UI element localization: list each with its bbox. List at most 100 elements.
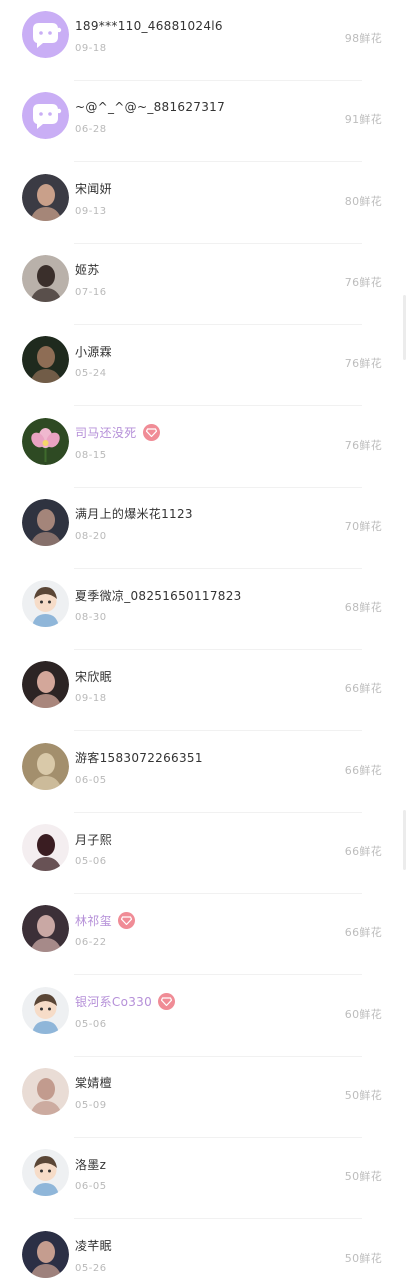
flower-count: 66鲜花 [344, 763, 382, 777]
flower-count: 70鲜花 [344, 519, 382, 533]
list-item[interactable]: ~@^_^@~_881627317 06-28 91鲜花 [0, 81, 406, 163]
name-line: 月子熙 [75, 829, 112, 849]
gift-date: 07-16 [75, 286, 107, 298]
name-line: 姬苏 [75, 260, 100, 280]
flower-count: 76鲜花 [344, 275, 382, 289]
gift-ranking-list: 189***110_46881024l6 09-18 98鲜花 ~@^_^@~_881… [0, 0, 406, 1280]
list-item[interactable]: 棠婧檀 05-09 50鲜花 [0, 1057, 406, 1138]
flower-count: 66鲜花 [344, 845, 382, 858]
list-item[interactable]: 姬苏 07-16 76鲜花 [0, 244, 406, 325]
flower-count: 66鲜花 [344, 926, 382, 940]
list-item[interactable]: 夏季微凉_08251650117823 08-30 68鲜花 [0, 569, 406, 651]
avatar[interactable] [22, 986, 69, 1034]
vip-badge-icon [158, 993, 176, 1011]
name-line: 林祁玺 [75, 910, 135, 930]
user-name[interactable]: 洛墨z [75, 1156, 106, 1173]
default-avatar-icon[interactable] [22, 92, 69, 140]
user-name[interactable]: 夏季微凉_08251650117823 [75, 587, 242, 604]
gift-date: 08-15 [75, 449, 107, 461]
list-item[interactable]: 满月上的爆米花1123 08-20 70鲜花 [0, 488, 406, 569]
gift-date: 06-05 [75, 1181, 107, 1193]
list-item[interactable]: 宋欣眠 09-18 66鲜花 [0, 650, 406, 732]
name-line: 游客1583072266351 [75, 748, 203, 768]
name-line: 宋欣眠 [75, 666, 112, 686]
flower-count: 68鲜花 [344, 601, 382, 615]
user-name[interactable]: 银河系Co330 [75, 993, 152, 1010]
user-name[interactable]: 宋欣眠 [75, 668, 112, 685]
name-line: 满月上的爆米花1123 [75, 504, 193, 524]
user-name[interactable]: 小源霖 [75, 343, 112, 360]
avatar[interactable] [22, 336, 69, 384]
flower-count: 80鲜花 [344, 194, 382, 208]
gift-date: 05-24 [75, 368, 107, 380]
user-name[interactable]: 189***110_46881024l6 [75, 19, 223, 33]
gift-date: 05-09 [75, 1099, 107, 1111]
list-item[interactable]: 小源霖 05-24 76鲜花 [0, 325, 406, 407]
name-line: 宋闻妍 [75, 179, 112, 199]
flower-count: 76鲜花 [344, 438, 382, 452]
flower-count: 98鲜花 [344, 32, 382, 45]
user-name[interactable]: 月子熙 [75, 831, 112, 848]
name-line: 夏季微凉_08251650117823 [75, 585, 242, 605]
flower-count: 76鲜花 [344, 357, 382, 371]
user-name[interactable]: 满月上的爆米花1123 [75, 505, 193, 522]
avatar[interactable] [22, 905, 69, 953]
default-avatar-icon[interactable] [22, 11, 69, 58]
avatar[interactable] [22, 824, 69, 871]
name-line: 洛墨z [75, 1154, 106, 1174]
avatar[interactable] [22, 1067, 69, 1115]
flower-count: 50鲜花 [344, 1170, 382, 1184]
name-line: 棠婧檀 [75, 1073, 112, 1093]
user-name[interactable]: 游客1583072266351 [75, 749, 203, 766]
gift-date: 08-30 [75, 612, 107, 624]
name-line: 小源霖 [75, 341, 112, 361]
gift-date: 05-06 [75, 1018, 107, 1030]
flower-count: 66鲜花 [344, 682, 382, 696]
user-name[interactable]: 林祁玺 [75, 912, 112, 929]
avatar[interactable] [22, 417, 69, 465]
user-name[interactable]: 宋闻妍 [75, 180, 112, 197]
gift-date: 05-26 [75, 1262, 107, 1274]
flower-count: 50鲜花 [344, 1088, 382, 1102]
user-name[interactable]: 姬苏 [75, 261, 100, 278]
vip-badge-icon [117, 911, 135, 929]
avatar[interactable] [22, 1149, 69, 1197]
gift-date: 09-18 [75, 43, 107, 54]
list-item[interactable]: 宋闻妍 09-13 80鲜花 [0, 163, 406, 244]
name-line: 司马还没死 [75, 423, 160, 443]
list-item[interactable]: 司马还没死 08-15 76鲜花 [0, 407, 406, 488]
user-name[interactable]: ~@^_^@~_881627317 [75, 100, 225, 114]
list-item[interactable]: 月子熙 05-06 66鲜花 [0, 813, 406, 894]
name-line: 银河系Co330 [75, 992, 176, 1012]
gift-date: 06-22 [75, 937, 107, 949]
name-line: 189***110_46881024l6 [75, 16, 223, 36]
avatar[interactable] [22, 661, 69, 709]
user-name[interactable]: 司马还没死 [75, 424, 137, 441]
avatar[interactable] [22, 742, 69, 790]
avatar[interactable] [22, 254, 69, 302]
list-item[interactable]: 189***110_46881024l6 09-18 98鲜花 [0, 0, 406, 81]
name-line: ~@^_^@~_881627317 [75, 97, 225, 117]
avatar[interactable] [22, 580, 69, 628]
gift-date: 06-28 [75, 124, 107, 136]
user-name[interactable]: 凌芊眠 [75, 1237, 112, 1254]
list-item[interactable]: 银河系Co330 05-06 60鲜花 [0, 976, 406, 1057]
list-item[interactable]: 洛墨z 06-05 50鲜花 [0, 1138, 406, 1220]
gift-date: 09-18 [75, 693, 107, 705]
flower-count: 60鲜花 [344, 1007, 382, 1021]
flower-count: 50鲜花 [344, 1251, 382, 1265]
list-item[interactable]: 游客1583072266351 06-05 66鲜花 [0, 732, 406, 813]
vip-badge-icon [142, 424, 160, 441]
gift-date: 09-13 [75, 205, 107, 217]
list-item[interactable]: 凌芊眠 05-26 50鲜花 [0, 1220, 406, 1280]
avatar[interactable] [22, 1230, 69, 1278]
user-name[interactable]: 棠婧檀 [75, 1074, 112, 1091]
gift-date: 06-05 [75, 774, 107, 786]
name-line: 凌芊眠 [75, 1236, 112, 1256]
avatar[interactable] [22, 173, 69, 221]
list-item[interactable]: 林祁玺 06-22 66鲜花 [0, 894, 406, 976]
flower-count: 91鲜花 [344, 113, 382, 127]
gift-date: 08-20 [75, 530, 107, 542]
gift-date: 05-06 [75, 856, 107, 867]
avatar[interactable] [22, 498, 69, 546]
